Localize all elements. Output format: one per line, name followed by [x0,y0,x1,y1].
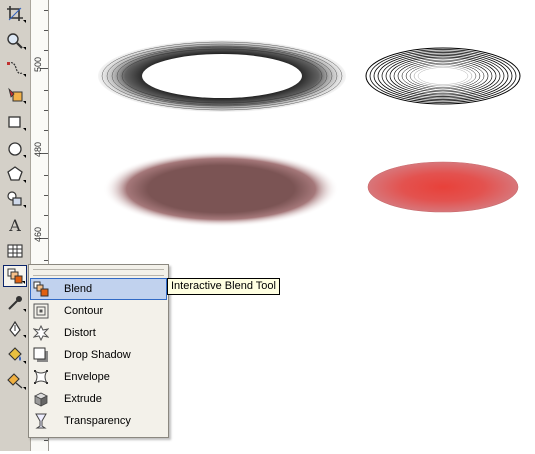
interactive-fill-tool[interactable] [3,370,27,392]
ruler-label: 480 [33,141,43,157]
distort-icon [33,325,49,341]
flyout-item-label: Drop Shadow [64,349,131,361]
magnifier-icon [7,33,23,49]
polygon-icon [7,166,23,181]
ruler-label: 460 [33,226,43,242]
interactive-fill-icon [7,373,23,389]
flyout-item-label: Transparency [64,415,131,427]
rectangle-tool[interactable] [3,111,27,133]
flyout-grip[interactable] [33,269,164,276]
polygon-tool[interactable] [3,163,27,185]
outline-tool[interactable] [3,318,27,340]
ruler-label: 500 [33,56,43,72]
flyout-item-extrude[interactable]: Extrude [30,388,167,410]
zoom-tool[interactable] [3,30,27,52]
toolbox: A [0,0,31,451]
rectangle-icon [8,116,21,128]
pen-nib-icon [9,320,21,337]
table-tool[interactable] [3,240,27,262]
blend-concentric-ellipse[interactable] [365,47,521,105]
interactive-blend-tool[interactable] [3,265,27,287]
flyout-item-distort[interactable]: Distort [30,322,167,344]
basic-shapes-tool[interactable] [3,188,27,210]
flyout-item-label: Contour [64,305,104,317]
flyout-item-drop-shadow[interactable]: Drop Shadow [30,344,167,366]
crop-icon [7,6,23,21]
paint-bucket-icon [8,347,22,361]
text-tool[interactable]: A [3,214,27,236]
smart-fill-icon [8,87,23,102]
blend-red-ellipse[interactable] [367,161,519,213]
flyout-item-transparency[interactable]: Transparency [30,410,167,432]
flyout-item-contour[interactable]: Contour [30,300,167,322]
drop-shadow-icon [33,347,48,362]
ellipse-icon [8,142,22,156]
smart-fill-tool[interactable] [3,84,27,106]
fill-tool[interactable] [3,344,27,366]
extrude-icon [34,392,48,407]
flyout-item-label: Extrude [64,393,102,405]
effects-flyout-menu: Blend Contour Distort Drop Shadow Envelo… [28,264,169,438]
tooltip: Interactive Blend Tool [167,278,280,295]
flyout-item-label: Blend [64,283,93,295]
contour-icon [33,303,49,319]
flyout-item-label: Distort [64,327,96,339]
ellipse-tool[interactable] [3,138,27,160]
blend-shadow-ellipse[interactable] [103,151,339,227]
eyedropper-icon [8,296,22,310]
blend-ring-ellipse[interactable] [98,40,346,112]
table-icon [7,244,23,258]
freehand-tool[interactable] [3,57,27,79]
curve-icon [7,61,23,75]
text-icon: A [9,215,21,235]
flyout-item-label: Envelope [64,371,110,383]
blend-icon [33,281,49,297]
flyout-item-blend[interactable]: Blend [30,278,167,300]
flyout-item-envelope[interactable]: Envelope [30,366,167,388]
transparency-icon [35,413,47,429]
eyedropper-tool[interactable] [3,292,27,314]
crop-tool[interactable] [3,3,27,25]
shapes-icon [7,191,22,206]
envelope-icon [34,370,48,384]
